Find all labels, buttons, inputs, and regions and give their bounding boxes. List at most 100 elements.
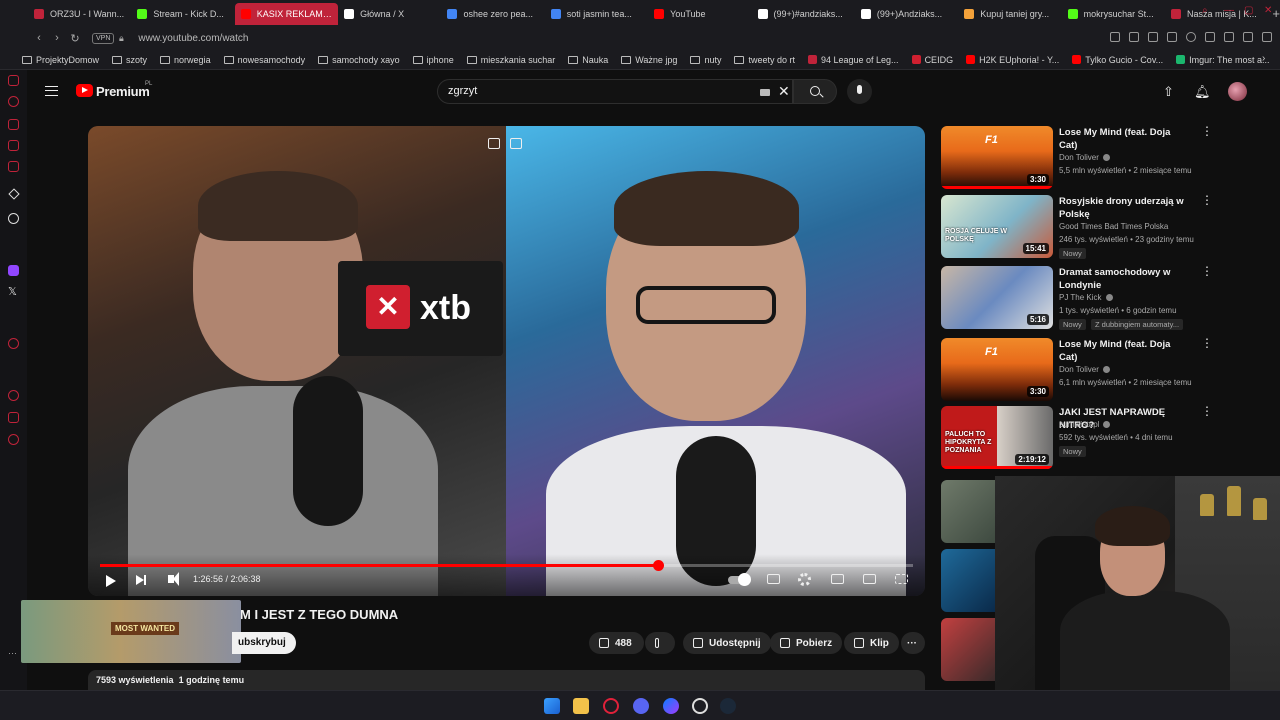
tab-6[interactable]: YouTube: [648, 3, 751, 25]
play-icon[interactable]: [106, 575, 116, 587]
steam-icon[interactable]: [720, 698, 736, 714]
tab-5[interactable]: soti jasmin tea...: [545, 3, 648, 25]
aria-icon[interactable]: [8, 188, 20, 200]
settings-gear-icon[interactable]: [798, 573, 811, 586]
share-video-icon[interactable]: [510, 138, 522, 149]
file-explorer-icon[interactable]: [573, 698, 589, 714]
volume-icon[interactable]: [168, 572, 179, 586]
upload-icon[interactable]: ⇧: [1163, 84, 1174, 100]
rec-item[interactable]: 5:16 Dramat samochodowy w Londynie PJ The …: [941, 265, 1213, 332]
extensions-icon[interactable]: [8, 412, 19, 423]
wallet-icon[interactable]: [1224, 32, 1234, 42]
rec-thumbnail[interactable]: [941, 480, 995, 543]
share-button[interactable]: Udostępnij: [683, 632, 771, 654]
more-options-icon[interactable]: ⋮: [1201, 405, 1213, 417]
dislike-button[interactable]: [645, 632, 675, 654]
home-icon[interactable]: [8, 75, 19, 86]
forward-icon[interactable]: ›: [48, 32, 66, 44]
bookmark-5[interactable]: iphone: [412, 55, 454, 65]
fullscreen-icon[interactable]: [895, 574, 908, 584]
heart-icon[interactable]: [1186, 32, 1196, 42]
bookmark-14[interactable]: Tylko Gucio - Cov...: [1072, 55, 1163, 65]
bell-icon[interactable]: 🔔︎: [1194, 84, 1211, 100]
keyboard-icon[interactable]: [760, 89, 770, 96]
rec-thumbnail[interactable]: PALUCH TO HIPOKRYTA Z POZNANIA 2:19:12: [941, 406, 1053, 469]
rec-thumbnail[interactable]: ROSJA CELUJE W POLSKĘ 15:41: [941, 195, 1053, 258]
search-icon[interactable]: ⌕: [1202, 5, 1208, 16]
cast-icon[interactable]: [863, 574, 876, 584]
wallet-icon[interactable]: [8, 119, 19, 130]
tab-7[interactable]: (99+)#andziaks...: [752, 3, 855, 25]
minimize-icon[interactable]: —: [1224, 5, 1234, 16]
snapshot-icon[interactable]: [1129, 32, 1139, 42]
voice-search-icon[interactable]: [847, 79, 872, 104]
rec-thumbnail[interactable]: F1 3:30: [941, 126, 1053, 189]
rec-item[interactable]: ROSJA CELUJE W POLSKĘ 15:41 Rosyjskie dron…: [941, 194, 1213, 261]
subtitles-icon[interactable]: [767, 574, 780, 584]
rec-title[interactable]: Lose My Mind (feat. Doja Cat): [1059, 338, 1187, 364]
theater-mode-icon[interactable]: [831, 574, 844, 584]
more-options-icon[interactable]: ⋮: [1201, 194, 1213, 206]
avatar[interactable]: [1228, 82, 1247, 101]
rec-title[interactable]: Dramat samochodowy w Londynie: [1059, 266, 1187, 292]
bookmark-12[interactable]: CEIDG: [911, 55, 953, 65]
messenger-icon[interactable]: [663, 698, 679, 714]
bookmarks-overflow-icon[interactable]: ›: [1262, 53, 1265, 64]
pin-icon[interactable]: [1110, 32, 1120, 42]
bookmark-8[interactable]: Ważne jpg: [621, 55, 677, 65]
more-actions-button[interactable]: ···: [901, 632, 925, 654]
rec-channel[interactable]: Don Toliver: [1059, 365, 1110, 374]
subscribe-button[interactable]: ubskrybuj: [232, 632, 296, 654]
more-options-icon[interactable]: ⋮: [1201, 337, 1213, 349]
tab-2[interactable]: KASIX REKLAMUJE SCAM: [234, 3, 339, 25]
more-icon[interactable]: ···: [8, 648, 17, 658]
mini-ad-overlay[interactable]: MOST WANTED: [21, 600, 241, 663]
tab-3[interactable]: Główna / X: [338, 3, 441, 25]
more-options-icon[interactable]: ⋮: [1201, 265, 1213, 277]
back-icon[interactable]: ‹: [30, 32, 48, 44]
video-player[interactable]: ✕ xtb 1:26:56 / 2:06:38: [88, 126, 925, 596]
rec-thumbnail[interactable]: [941, 618, 995, 681]
description-box[interactable]: 7593 wyświetlenia 1 godzinę temu: [88, 670, 925, 690]
youtube-brand[interactable]: Premium: [96, 84, 150, 99]
bookmark-7[interactable]: Nauka: [568, 55, 608, 65]
youtube-logo-icon[interactable]: [76, 84, 93, 97]
play-icon[interactable]: [1167, 32, 1177, 42]
clear-search-icon[interactable]: ✕: [778, 83, 790, 100]
bookmark-1[interactable]: szoty: [112, 55, 147, 65]
reload-icon[interactable]: ↻: [66, 32, 84, 45]
history-icon[interactable]: [8, 96, 19, 107]
progress-bar[interactable]: [100, 560, 913, 571]
rec-item[interactable]: F1 3:30 Lose My Mind (feat. Doja Cat) Don T…: [941, 337, 1213, 404]
like-button[interactable]: 488: [589, 632, 644, 654]
rec-title[interactable]: Lose My Mind (feat. Doja Cat): [1059, 126, 1187, 152]
rec-title[interactable]: Rosyjskie drony uderzają w Polskę: [1059, 195, 1187, 221]
translate-icon[interactable]: [1148, 32, 1158, 42]
bookmark-0[interactable]: ProjektyDomow: [22, 55, 99, 65]
bookmark-2[interactable]: norwegia: [160, 55, 211, 65]
hamburger-menu-icon[interactable]: [45, 86, 58, 96]
extensions-icon[interactable]: [1205, 32, 1215, 42]
rec-item[interactable]: F1 3:30 Lose My Mind (feat. Doja Cat) Don T…: [941, 125, 1213, 192]
download-icon[interactable]: [1243, 32, 1253, 42]
rec-channel[interactable]: Don Toliver: [1059, 153, 1110, 162]
bookmark-10[interactable]: tweety do rt: [734, 55, 795, 65]
windows-start-icon[interactable]: [544, 698, 560, 714]
x-icon[interactable]: 𝕏: [8, 285, 17, 298]
next-icon[interactable]: [136, 575, 146, 585]
discord-icon[interactable]: [633, 698, 649, 714]
download-button[interactable]: Pobierz: [770, 632, 843, 654]
bookmark-4[interactable]: samochody xayo: [318, 55, 400, 65]
miniplayer-icon[interactable]: [488, 138, 500, 149]
rec-item[interactable]: PALUCH TO HIPOKRYTA Z POZNANIA 2:19:12 JAK…: [941, 405, 1213, 472]
new-tab-icon[interactable]: +: [1272, 6, 1280, 21]
bookmark-3[interactable]: nowesamochody: [223, 55, 305, 65]
vpn-badge[interactable]: VPN: [92, 32, 115, 44]
rec-thumbnail[interactable]: 5:16: [941, 266, 1053, 329]
url-field[interactable]: www.youtube.com/watch: [138, 33, 248, 44]
mail-icon[interactable]: [8, 161, 19, 172]
close-window-icon[interactable]: ✕: [1264, 5, 1272, 16]
messenger-icon[interactable]: [8, 140, 19, 151]
maximize-icon[interactable]: ▢: [1244, 5, 1253, 16]
tab-4[interactable]: oshee zero pea...: [441, 3, 544, 25]
